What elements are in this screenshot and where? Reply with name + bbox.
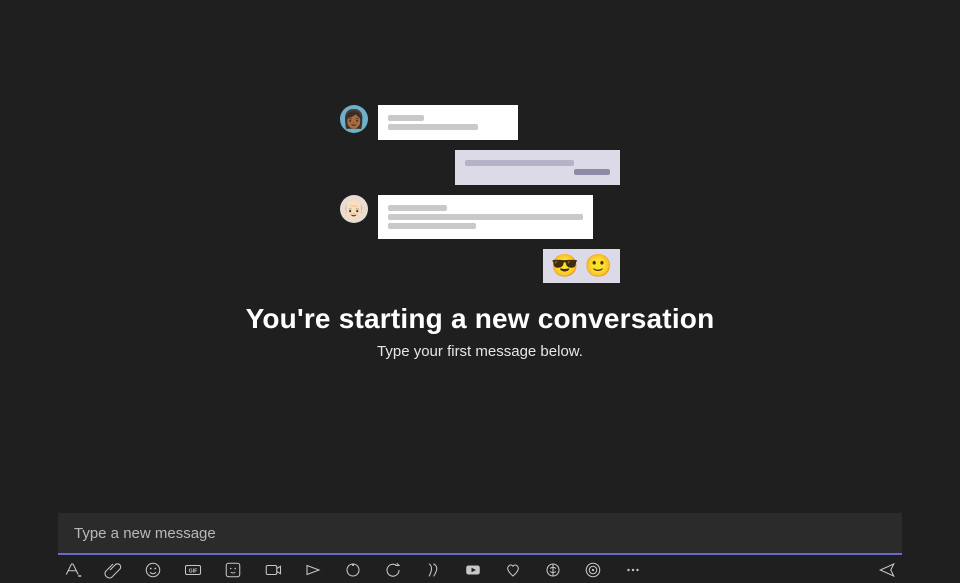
sticker-icon[interactable] [222, 559, 244, 581]
send-icon[interactable] [876, 559, 898, 581]
app-icon-1[interactable] [542, 559, 564, 581]
illustration-bubble-3 [378, 195, 593, 239]
loop-icon[interactable] [342, 559, 364, 581]
app-icon-2[interactable] [582, 559, 604, 581]
message-input[interactable] [58, 513, 902, 555]
empty-state-illustration: 👩🏾 👴🏻 😎 [340, 105, 620, 293]
illustration-avatar-1: 👩🏾 [340, 105, 368, 133]
video-icon[interactable] [462, 559, 484, 581]
approvals-icon[interactable] [382, 559, 404, 581]
empty-state-subtitle: Type your first message below. [0, 343, 960, 360]
schedule-meeting-icon[interactable] [262, 559, 284, 581]
format-icon[interactable] [62, 559, 84, 581]
more-icon[interactable] [622, 559, 644, 581]
emoji-icon[interactable] [142, 559, 164, 581]
illustration-emoji-bubble: 😎 🙂 [543, 249, 620, 283]
viva-icon[interactable] [422, 559, 444, 581]
illustration-bubble-1 [378, 105, 518, 140]
attach-icon[interactable] [102, 559, 124, 581]
praise-icon[interactable] [502, 559, 524, 581]
compose-toolbar: GIF [58, 555, 902, 583]
emoji-smile-icon: 🙂 [585, 255, 612, 277]
illustration-avatar-2: 👴🏻 [340, 195, 368, 223]
stream-icon[interactable] [302, 559, 324, 581]
svg-text:GIF: GIF [189, 569, 199, 575]
gif-icon[interactable]: GIF [182, 559, 204, 581]
illustration-bubble-2 [455, 150, 620, 185]
emoji-sunglasses-icon: 😎 [551, 255, 578, 277]
empty-state-title: You're starting a new conversation [0, 303, 960, 335]
